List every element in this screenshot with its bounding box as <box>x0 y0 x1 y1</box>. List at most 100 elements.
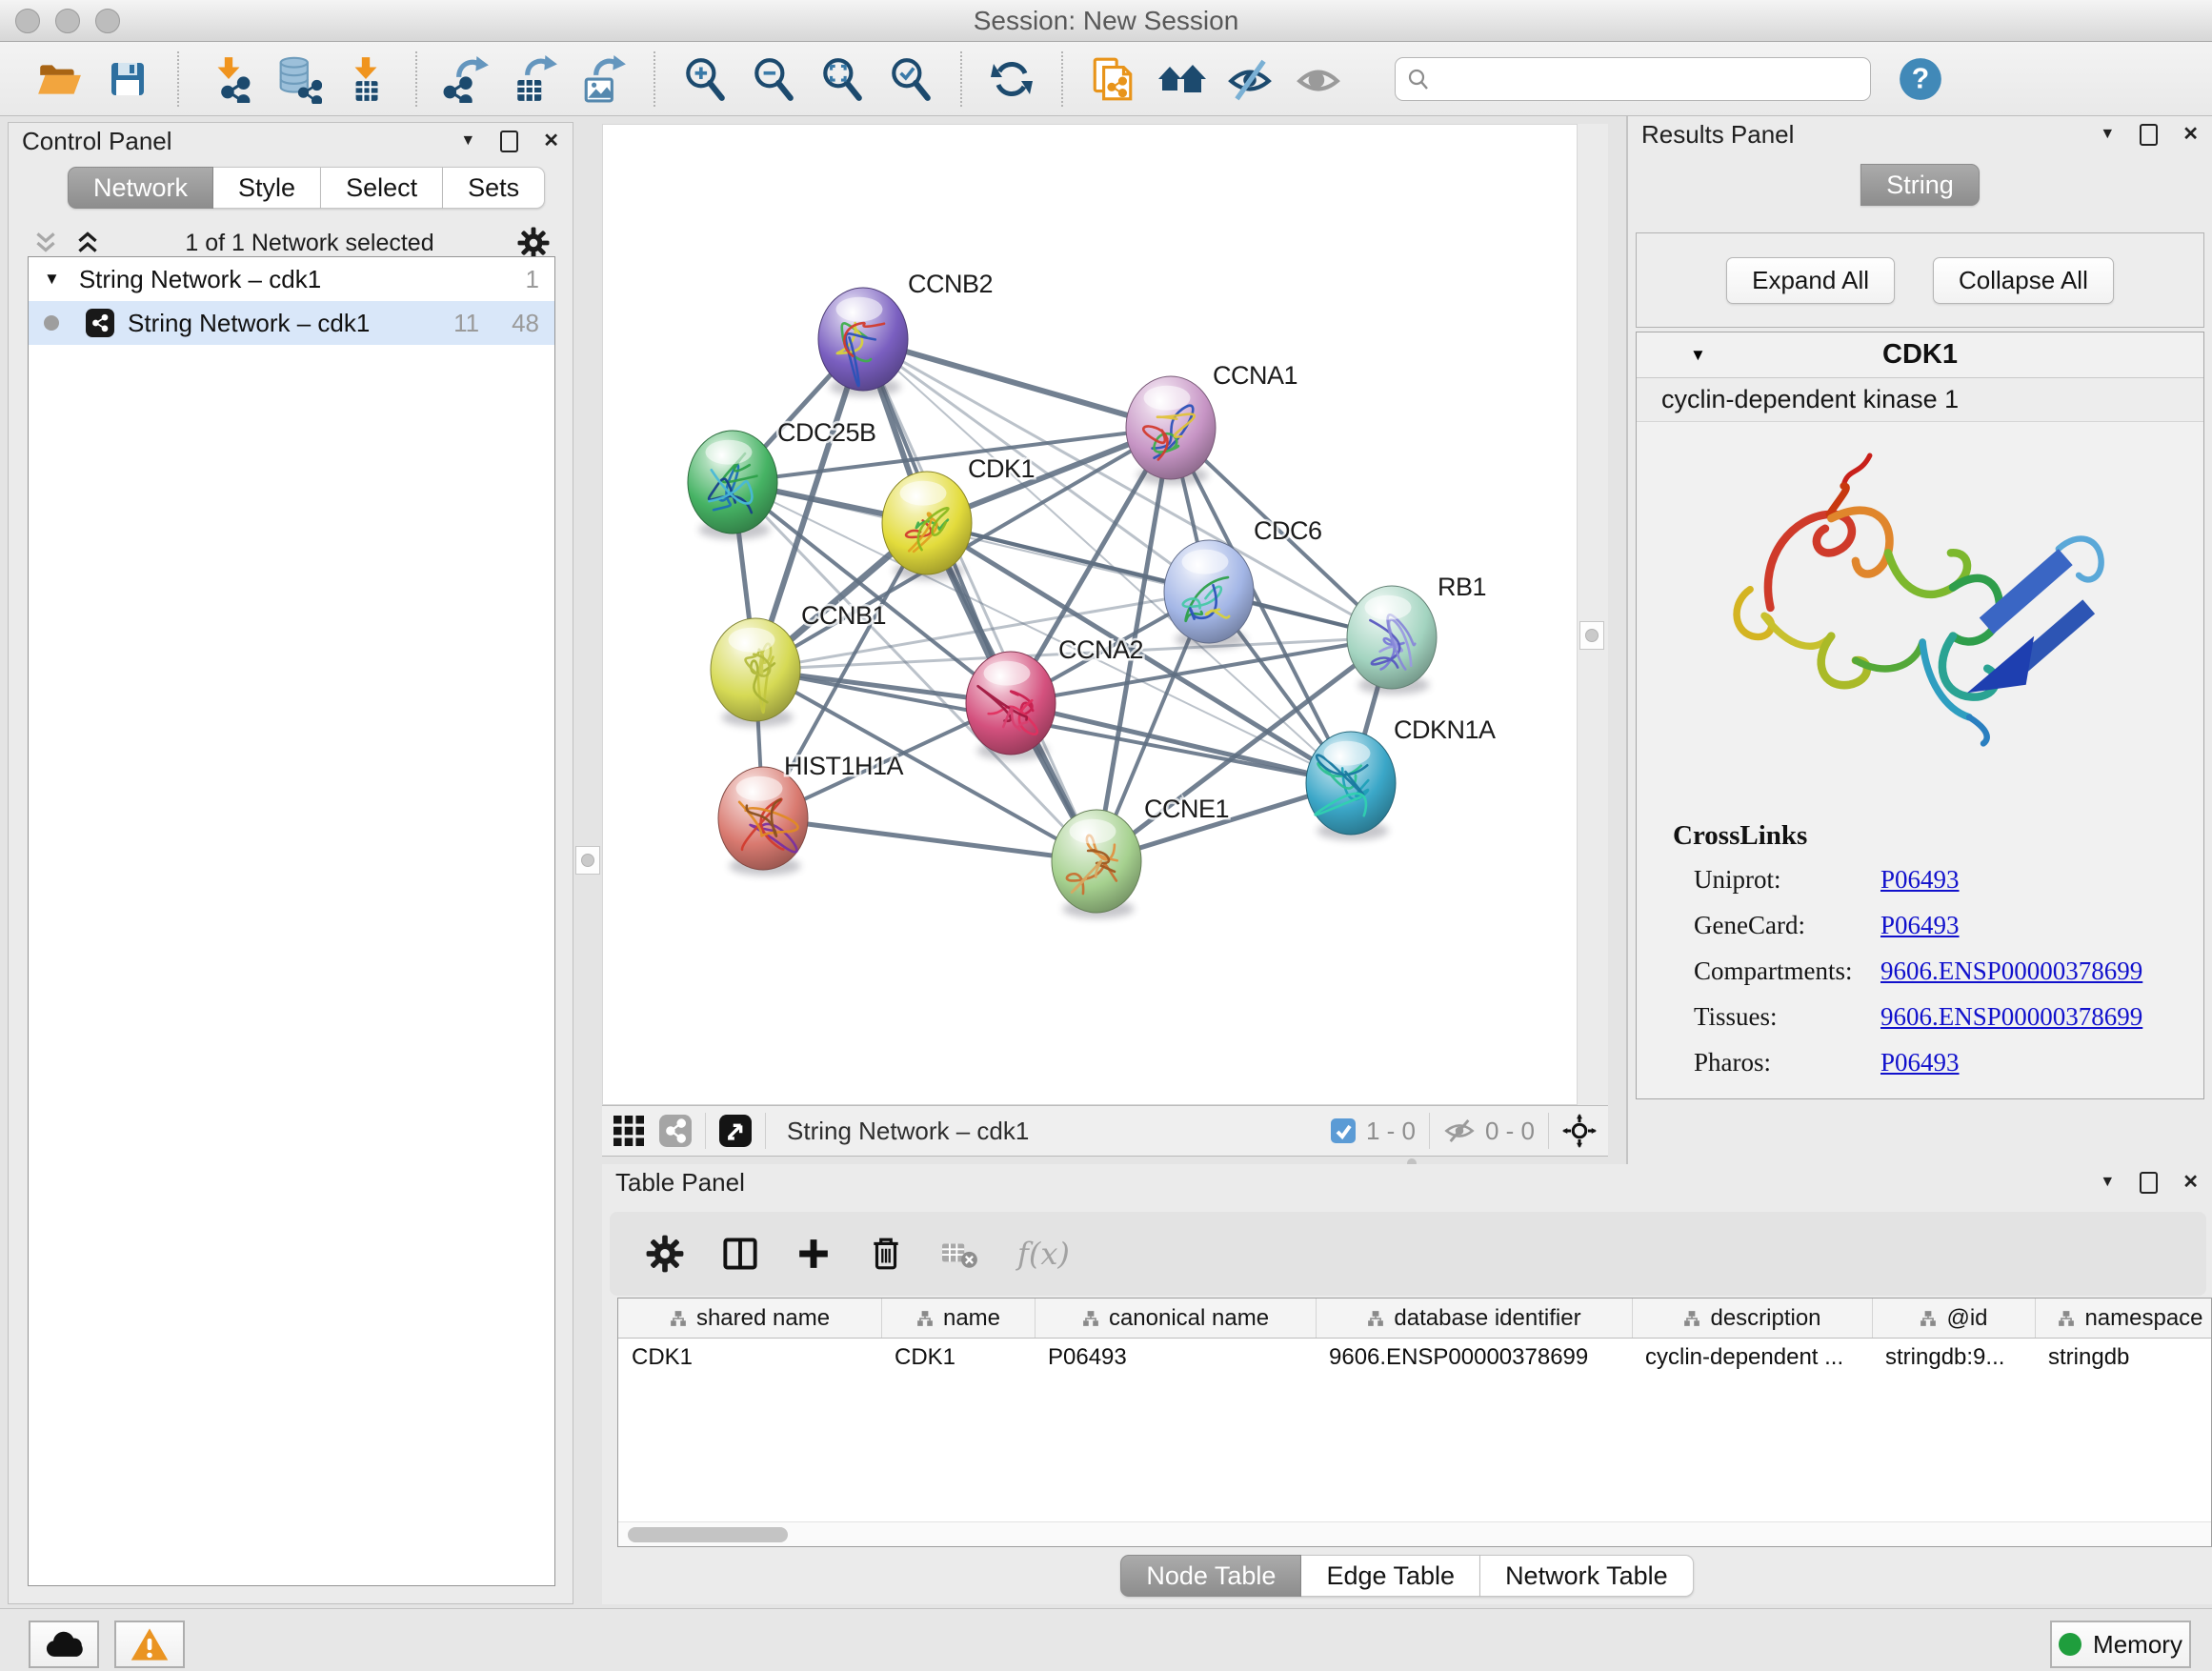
node-CDC25B[interactable] <box>688 431 777 539</box>
collection-label: String Network – cdk1 <box>79 265 321 294</box>
column-header-namespace[interactable]: namespace <box>2035 1299 2212 1338</box>
zoom-out-button[interactable] <box>749 54 798 104</box>
fit-content-crosshair-icon[interactable] <box>1562 1114 1597 1148</box>
close-panel-icon[interactable]: ✕ <box>2182 1173 2199 1192</box>
close-panel-icon[interactable]: ✕ <box>543 131 559 151</box>
float-panel-icon[interactable]: ▼ <box>460 133 475 149</box>
column-header-description[interactable]: description <box>1632 1299 1872 1338</box>
close-panel-icon[interactable]: ✕ <box>2182 125 2199 144</box>
edge-CCNB2-CCNA1[interactable] <box>863 339 1171 428</box>
zoom-selected-button[interactable] <box>886 54 935 104</box>
undock-panel-icon[interactable] <box>2140 1172 2158 1194</box>
import-table-button[interactable] <box>341 54 391 104</box>
export-table-button[interactable] <box>511 54 560 104</box>
clone-network-button[interactable] <box>1088 54 1137 104</box>
edge-HIST1H1A-CCNE1[interactable] <box>763 818 1096 861</box>
show-columns-icon[interactable] <box>722 1236 758 1272</box>
node-RB1[interactable] <box>1347 586 1437 695</box>
undock-panel-icon[interactable] <box>500 131 518 152</box>
table-options-gear-icon[interactable] <box>646 1235 684 1273</box>
node-CDK1[interactable] <box>882 472 972 580</box>
table-horizontal-scrollbar[interactable] <box>618 1521 2211 1546</box>
tab-network[interactable]: Network <box>68 167 213 209</box>
eye-slash-icon <box>1225 55 1275 103</box>
node-CCNA2[interactable] <box>966 652 1056 760</box>
table-cell[interactable]: CDK1 <box>618 1339 881 1379</box>
network-view-canvas[interactable]: CCNB2CCNA1CDC25BCDK1CDC6RB1CCNB1CCNA2CDK… <box>602 124 1578 1105</box>
crosslink-link[interactable]: 9606.ENSP00000378699 <box>1880 1002 2142 1032</box>
table-cell[interactable]: cyclin-dependent ... <box>1632 1339 1872 1379</box>
node-CCNA1[interactable] <box>1126 376 1216 485</box>
table-cell[interactable]: stringdb <box>2035 1339 2212 1379</box>
column-header-canonical-name[interactable]: canonical name <box>1035 1299 1316 1338</box>
collection-expand-icon[interactable]: ▼ <box>44 270 60 289</box>
network-share-badge-icon[interactable] <box>659 1115 692 1147</box>
scrollbar-thumb[interactable] <box>628 1527 788 1542</box>
table-cell[interactable]: stringdb:9... <box>1872 1339 2035 1379</box>
tab-style[interactable]: Style <box>213 167 321 209</box>
network-search-box[interactable] <box>1395 57 1871 101</box>
crosslink-link[interactable]: P06493 <box>1880 911 1960 940</box>
float-panel-icon[interactable]: ▼ <box>2100 1175 2115 1190</box>
collapse-all-button[interactable]: Collapse All <box>1933 257 2114 304</box>
selected-checkbox-icon[interactable] <box>1330 1117 1357 1144</box>
node-CCNB1[interactable] <box>711 618 800 727</box>
edge-CCNB2-CCNE1[interactable] <box>863 339 1096 861</box>
search-icon <box>1407 68 1430 91</box>
memory-status-button[interactable]: Memory <box>2050 1621 2191 1668</box>
network-options-gear-icon[interactable] <box>517 227 550 259</box>
table-row[interactable]: CDK1CDK1P064939606.ENSP00000378699cyclin… <box>618 1339 2211 1379</box>
table-cell[interactable]: CDK1 <box>881 1339 1035 1379</box>
help-button[interactable]: ? <box>1896 54 1945 104</box>
column-header--id[interactable]: @id <box>1872 1299 2035 1338</box>
import-network-button[interactable] <box>204 54 253 104</box>
tab-select[interactable]: Select <box>321 167 443 209</box>
import-network-from-database-button[interactable] <box>272 54 322 104</box>
column-header-name[interactable]: name <box>881 1299 1035 1338</box>
open-session-button[interactable] <box>34 54 84 104</box>
warnings-button[interactable] <box>114 1621 185 1668</box>
export-image-button[interactable] <box>579 54 629 104</box>
hide-selected-button[interactable] <box>1225 54 1275 104</box>
crosslink-link[interactable]: 9606.ENSP00000378699 <box>1880 956 2142 986</box>
expand-all-button[interactable]: Expand All <box>1726 257 1895 304</box>
zoom-fit-button[interactable] <box>817 54 867 104</box>
column-header-shared-name[interactable]: shared name <box>618 1299 881 1338</box>
tab-sets[interactable]: Sets <box>443 167 545 209</box>
tab-node-table[interactable]: Node Table <box>1120 1555 1301 1597</box>
node-HIST1H1A[interactable] <box>718 767 808 876</box>
left-splitter-handle[interactable] <box>575 846 600 875</box>
hidden-eye-icon[interactable] <box>1443 1117 1476 1145</box>
right-splitter-handle[interactable] <box>1579 621 1604 650</box>
tab-network-table[interactable]: Network Table <box>1480 1555 1694 1597</box>
show-all-networks-button[interactable] <box>1156 54 1206 104</box>
birds-eye-grid-icon[interactable] <box>613 1116 644 1146</box>
add-column-icon[interactable] <box>796 1237 831 1271</box>
table-cell[interactable]: 9606.ENSP00000378699 <box>1316 1339 1632 1379</box>
node-CDKN1A[interactable] <box>1306 732 1396 840</box>
show-hidden-button[interactable] <box>1294 54 1343 104</box>
collapse-all-chevrons-icon[interactable] <box>73 230 102 256</box>
export-network-button[interactable] <box>442 54 492 104</box>
node-CCNB2[interactable] <box>818 288 908 396</box>
crosslink-link[interactable]: P06493 <box>1880 1048 1960 1077</box>
float-panel-icon[interactable]: ▼ <box>2100 127 2115 142</box>
tab-edge-table[interactable]: Edge Table <box>1301 1555 1480 1597</box>
cloud-services-button[interactable] <box>29 1621 99 1668</box>
column-header-database-identifier[interactable]: database identifier <box>1316 1299 1632 1338</box>
network-row[interactable]: String Network – cdk1 11 48 <box>29 301 554 345</box>
refresh-view-button[interactable] <box>987 54 1036 104</box>
search-input[interactable] <box>1439 65 1859 92</box>
node-CCNE1[interactable] <box>1052 810 1141 918</box>
cdk1-section-header[interactable]: ▼ CDK1 <box>1637 332 2203 378</box>
open-in-new-window-icon[interactable] <box>719 1115 752 1147</box>
zoom-in-button[interactable] <box>680 54 730 104</box>
save-session-button[interactable] <box>103 54 152 104</box>
table-cell[interactable]: P06493 <box>1035 1339 1316 1379</box>
collection-row[interactable]: ▼ String Network – cdk1 1 <box>29 257 554 301</box>
tab-string[interactable]: String <box>1860 164 1980 206</box>
crosslink-link[interactable]: P06493 <box>1880 865 1960 895</box>
delete-column-icon[interactable] <box>869 1236 903 1272</box>
undock-panel-icon[interactable] <box>2140 124 2158 146</box>
expand-all-chevrons-icon[interactable] <box>31 230 60 256</box>
